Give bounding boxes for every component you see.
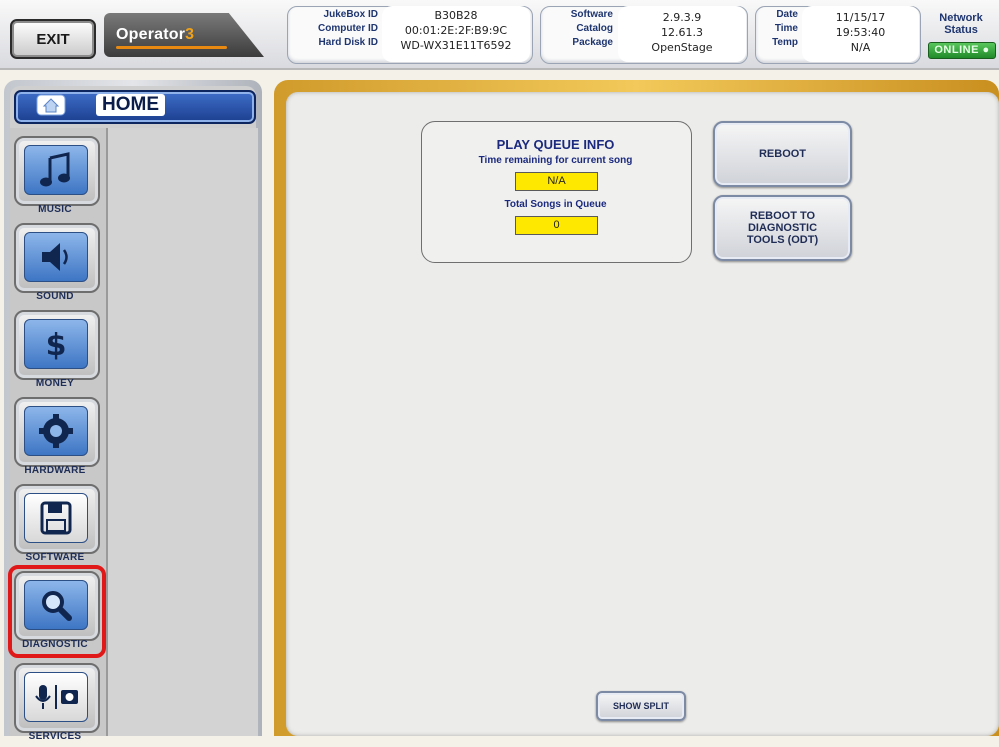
nav-button-money[interactable]: $ — [14, 310, 100, 380]
network-label-line1: Network — [939, 12, 983, 24]
network-label-line2: Status — [944, 24, 978, 36]
show-split-button[interactable]: SHOW SPLIT — [596, 691, 686, 721]
nav-label-money: MONEY — [35, 378, 75, 389]
status-dot-icon: ● — [982, 44, 990, 56]
total-songs-value: 0 — [515, 216, 598, 235]
selected-nav-highlight — [8, 565, 106, 658]
time-label: Time — [774, 23, 798, 34]
jukebox-id-label: JukeBox ID — [323, 9, 378, 20]
software-version-value: 2.9.3.9 — [662, 11, 702, 24]
nav-submenu-area — [106, 128, 258, 736]
date-value: 11/15/17 — [835, 11, 886, 24]
network-status-badge: ONLINE ● — [928, 42, 996, 59]
brand-logo: Operator3 — [116, 26, 195, 43]
nav-label-services: SERVICES — [28, 731, 82, 742]
datetime-values: 11/15/17 19:53:40 N/A — [802, 6, 919, 62]
jukebox-labels: JukeBox ID Computer ID Hard Disk ID — [290, 8, 378, 50]
music-note-icon — [24, 145, 88, 195]
dollar-icon: $ — [24, 319, 88, 369]
play-queue-title: PLAY QUEUE INFO — [496, 137, 615, 152]
time-remaining-value: N/A — [515, 172, 598, 191]
nav-label-hardware: HARDWARE — [24, 465, 86, 476]
temp-label: Temp — [772, 37, 798, 48]
software-values: 2.9.3.9 12.61.3 OpenStage — [618, 6, 746, 62]
svg-text:$: $ — [46, 328, 67, 362]
catalog-value: 12.61.3 — [661, 26, 703, 39]
network-status-text: ONLINE — [934, 44, 979, 56]
nav-button-hardware[interactable] — [14, 397, 100, 467]
hard-disk-id-value: WD-WX31E11T6592 — [400, 39, 512, 52]
catalog-label: Catalog — [576, 23, 613, 34]
brand-underline — [116, 46, 227, 49]
jukebox-id-value: B30B28 — [434, 9, 478, 22]
hard-disk-id-label: Hard Disk ID — [318, 37, 378, 48]
date-label: Date — [776, 9, 798, 20]
nav-item-software[interactable]: SOFTWARE — [10, 484, 104, 568]
home-label: HOME — [96, 94, 165, 116]
reboot-button[interactable]: REBOOT — [713, 121, 852, 187]
datetime-labels: Date Time Temp — [758, 8, 798, 50]
network-status-label: Network Status — [928, 12, 994, 36]
nav-item-music[interactable]: MUSIC — [10, 136, 104, 220]
floppy-disk-icon — [24, 493, 88, 543]
total-songs-label: Total Songs in Queue — [504, 199, 607, 210]
nav-item-sound[interactable]: SOUND — [10, 223, 104, 307]
nav-label-music: MUSIC — [38, 204, 72, 215]
nav-button-sound[interactable] — [14, 223, 100, 293]
nav-label-sound: SOUND — [36, 291, 74, 302]
computer-id-value: 00:01:2E:2F:B9:9C — [404, 24, 508, 37]
nav-button-music[interactable] — [14, 136, 100, 206]
nav-item-money[interactable]: $ MONEY — [10, 310, 104, 394]
computer-id-label: Computer ID — [318, 23, 378, 34]
software-labels: Software Catalog Package — [543, 8, 613, 50]
nav-item-hardware[interactable]: HARDWARE — [10, 397, 104, 481]
time-value: 19:53:40 — [835, 26, 886, 39]
nav-item-services[interactable]: SERVICES — [10, 663, 104, 747]
speaker-icon — [24, 232, 88, 282]
brand-version: 3 — [185, 26, 195, 43]
exit-button[interactable]: EXIT — [10, 19, 96, 59]
software-label: Software — [570, 9, 613, 20]
temp-value: N/A — [850, 41, 871, 54]
mic-camera-icon — [24, 672, 88, 722]
time-remaining-label: Time remaining for current song — [478, 155, 633, 166]
gear-icon — [24, 406, 88, 456]
reboot-to-diagnostic-tools-button[interactable]: REBOOT TO DIAGNOSTIC TOOLS (ODT) — [713, 195, 852, 261]
nav-label-software: SOFTWARE — [25, 552, 85, 563]
jukebox-values: B30B28 00:01:2E:2F:B9:9C WD-WX31E11T6592 — [382, 6, 530, 62]
package-value: OpenStage — [651, 41, 713, 54]
home-icon — [36, 94, 66, 116]
package-label: Package — [572, 37, 613, 48]
nav-button-services[interactable] — [14, 663, 100, 733]
nav-button-software[interactable] — [14, 484, 100, 554]
